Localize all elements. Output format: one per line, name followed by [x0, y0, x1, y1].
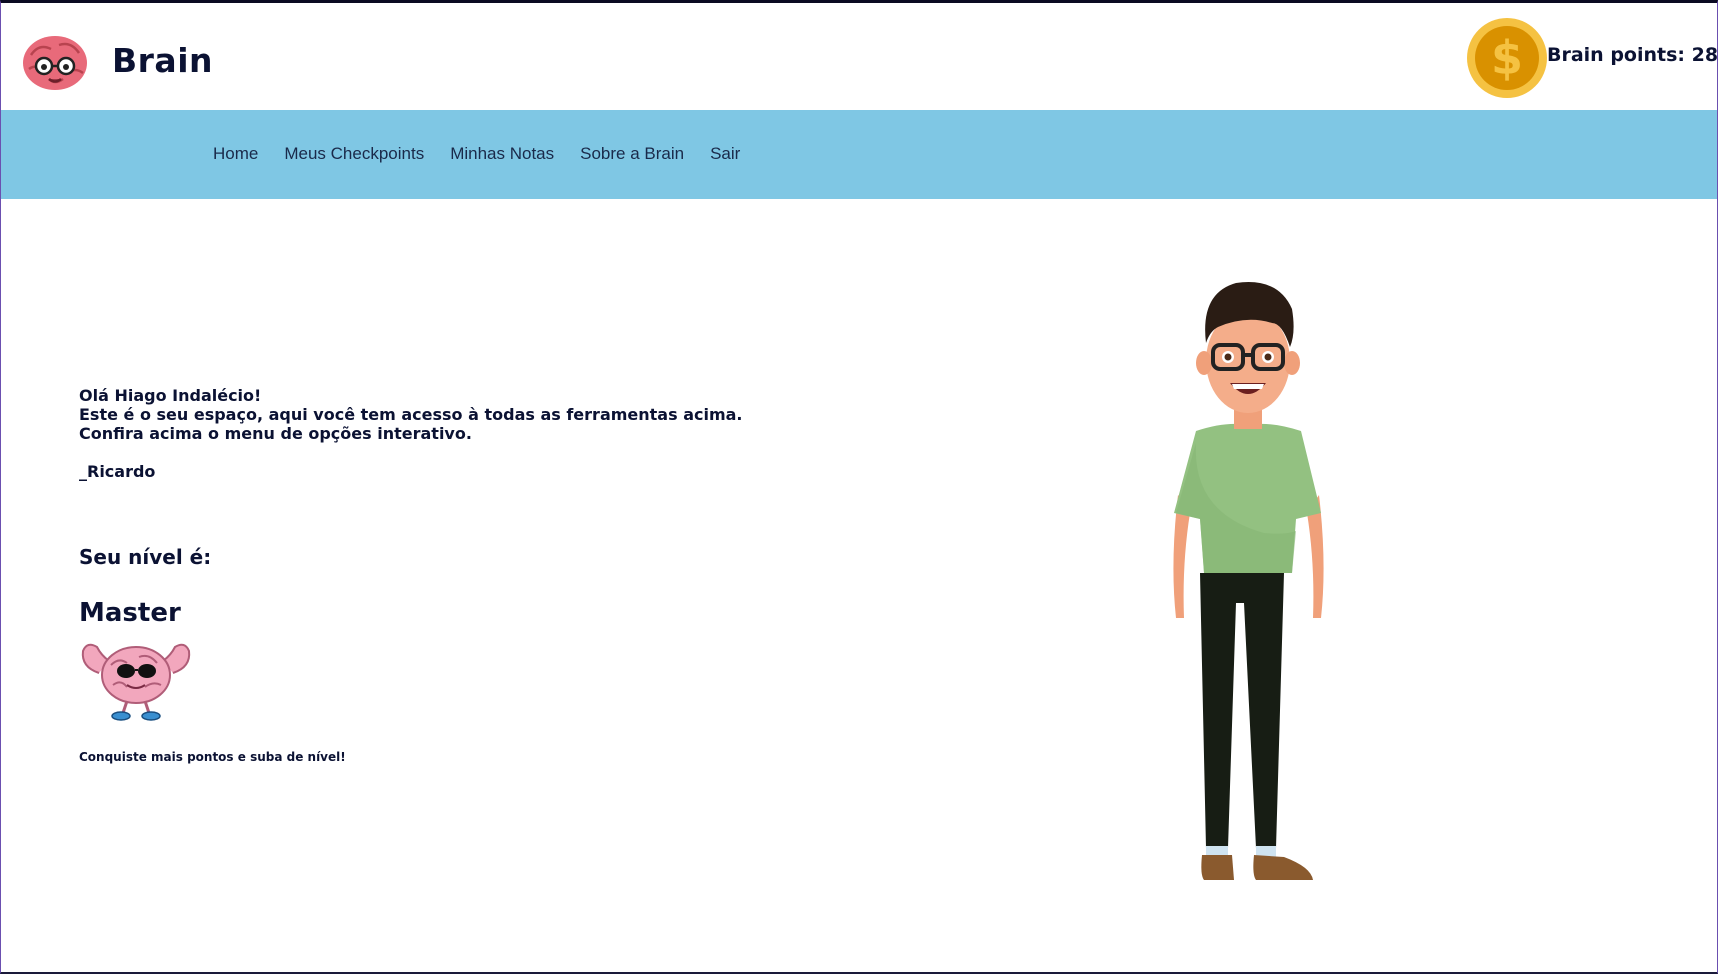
nav-item-sobre[interactable]: Sobre a Brain — [580, 144, 684, 164]
signature: _Ricardo — [79, 462, 156, 481]
brain-points: Brain points: 280 — [1547, 44, 1718, 66]
brand-title[interactable]: Brain — [112, 41, 213, 80]
greeting-line: Confira acima o menu de opções interativ… — [79, 424, 472, 443]
nav-item-sair[interactable]: Sair — [710, 144, 740, 164]
nav-item-notas[interactable]: Minhas Notas — [450, 144, 554, 164]
svg-text:$: $ — [1491, 31, 1523, 85]
main-nav: Home Meus Checkpoints Minhas Notas Sobre… — [1, 110, 1717, 199]
master-brain-mascot — [81, 643, 191, 721]
nav-item-checkpoints[interactable]: Meus Checkpoints — [284, 144, 424, 164]
welcome-message: Olá Hiago Indalécio! Este é o seu espaço… — [79, 386, 779, 481]
avatar-character — [1173, 282, 1324, 880]
greeting-line: Olá Hiago Indalécio! — [79, 386, 262, 405]
nav-item-home[interactable]: Home — [213, 144, 258, 164]
app-frame: Brain $ Brain points: 280 Home Meus Chec… — [0, 0, 1718, 974]
brain-logo-icon[interactable] — [21, 33, 89, 93]
level-name: Master — [79, 598, 181, 628]
top-header: Brain $ Brain points: 280 — [1, 3, 1718, 110]
greeting-line: Este é o seu espaço, aqui você tem acess… — [79, 405, 743, 424]
level-up-hint: Conquiste mais pontos e suba de nível! — [79, 750, 346, 764]
level-label: Seu nível é: — [79, 545, 212, 569]
coin-dollar-icon: $ — [1467, 18, 1547, 98]
